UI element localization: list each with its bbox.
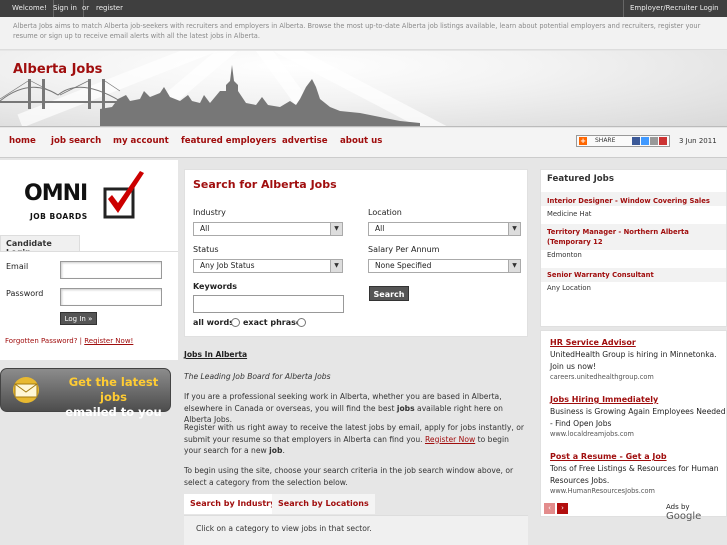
status-value: Any Job Status xyxy=(200,261,255,270)
featured-job-title[interactable]: Territory Manager - Northern Alberta (Te… xyxy=(547,227,722,247)
login-links: Forgotten Password? | Register Now! xyxy=(5,337,133,345)
content-paragraph-3: To begin using the site, choose your sea… xyxy=(184,466,514,487)
ad-url[interactable]: www.localdreamjobs.com xyxy=(550,430,634,438)
category-tabs: Search by Industry Search by Locations xyxy=(184,494,528,516)
share-label: SHARE xyxy=(595,137,616,144)
status-select[interactable]: Any Job Status ▼ xyxy=(193,259,343,273)
industry-value: All xyxy=(200,224,210,233)
ad-title[interactable]: Jobs Hiring Immediately xyxy=(550,395,658,404)
ad-url[interactable]: www.HumanResourcesJobs.com xyxy=(550,487,655,495)
content-paragraph-1: If you are a professional seeking work i… xyxy=(184,391,528,426)
ad-title[interactable]: HR Service Advisor xyxy=(550,338,636,347)
job-search-panel: Search for Alberta Jobs Industry All ▼ L… xyxy=(184,169,528,337)
status-label: Status xyxy=(193,245,219,254)
current-date: 3 Jun 2011 xyxy=(679,137,717,145)
register-now-inline-link[interactable]: Register Now xyxy=(425,435,475,444)
chevron-down-icon: ▼ xyxy=(508,260,520,272)
all-words-label: all words xyxy=(193,318,234,327)
nav-my-account[interactable]: my account xyxy=(113,136,169,146)
tab-search-by-locations[interactable]: Search by Locations xyxy=(272,494,375,514)
link-divider: | xyxy=(79,337,83,345)
content-tagline: The Leading Job Board for Alberta Jobs xyxy=(184,372,331,381)
email-field[interactable] xyxy=(60,261,162,279)
featured-jobs-title: Featured Jobs xyxy=(547,174,614,184)
nav-about-us[interactable]: about us xyxy=(340,136,382,146)
ad-title[interactable]: Post a Resume - Get a Job xyxy=(550,452,667,461)
top-bar: Welcome! Sign in or register Employer/Re… xyxy=(0,0,727,17)
nav-home[interactable]: home xyxy=(9,136,36,146)
salary-value: None Specified xyxy=(375,261,432,270)
search-button[interactable]: Search xyxy=(369,286,409,301)
p2-text-c: . xyxy=(282,446,285,455)
location-value: All xyxy=(375,224,385,233)
tab-panel-text: Click on a category to view jobs in that… xyxy=(184,515,528,545)
login-button[interactable]: Log In » xyxy=(60,312,97,325)
salary-label: Salary Per Annum xyxy=(368,245,440,254)
candidate-login-title: Candidate Login xyxy=(0,235,80,257)
nav-featured-employers[interactable]: featured employers xyxy=(181,136,276,146)
content-heading: Jobs In Alberta xyxy=(184,350,248,359)
location-select[interactable]: All ▼ xyxy=(368,222,521,236)
content-paragraph-2: Register with us right away to receive t… xyxy=(184,422,528,457)
featured-jobs-panel: Featured Jobs Interior Designer - Window… xyxy=(540,169,727,327)
logo-subtitle: JOB BOARDS xyxy=(30,212,88,221)
site-title[interactable]: Alberta Jobs xyxy=(13,62,102,77)
nav-advertise[interactable]: advertise xyxy=(282,136,328,146)
tab-search-by-industry[interactable]: Search by Industry xyxy=(184,494,282,514)
ad-body: Business is Growing Again Employees Need… xyxy=(550,407,726,428)
featured-job-location: Edmonton xyxy=(547,251,582,259)
email-banner-line2: emailed to you xyxy=(65,405,162,419)
ad-body: UnitedHealth Group is hiring in Minneton… xyxy=(550,350,717,371)
plus-icon: + xyxy=(579,137,587,145)
chevron-down-icon: ▼ xyxy=(508,223,520,235)
salary-select[interactable]: None Specified ▼ xyxy=(368,259,521,273)
email-alert-banner[interactable]: Get the latest jobs emailed to you xyxy=(0,368,171,419)
ad-url[interactable]: careers.unitedhealthgroup.com xyxy=(550,373,654,381)
featured-job-location: Medicine Hat xyxy=(547,210,592,218)
ad-body: Tons of Free Listings & Resources for Hu… xyxy=(550,464,719,485)
ads-panel: HR Service Advisor UnitedHealth Group is… xyxy=(540,330,727,517)
exact-phrase-radio[interactable] xyxy=(297,318,306,327)
ads-by-google[interactable]: Ads by Google xyxy=(666,503,727,522)
p2-bold: job xyxy=(269,446,283,455)
location-label: Location xyxy=(368,208,402,217)
register-now-link[interactable]: Register Now! xyxy=(84,337,133,345)
nav-job-search[interactable]: job search xyxy=(51,136,101,146)
p1-bold: jobs xyxy=(396,403,415,413)
keywords-label: Keywords xyxy=(193,282,238,291)
social-icons xyxy=(632,137,667,145)
chevron-down-icon: ▼ xyxy=(330,260,342,272)
envelope-icon xyxy=(13,377,39,403)
industry-label: Industry xyxy=(193,208,226,217)
checkbox-logo-icon xyxy=(103,171,144,219)
exact-phrase-label: exact phrase xyxy=(243,318,302,327)
featured-job-title[interactable]: Senior Warranty Consultant xyxy=(547,270,722,280)
employer-login-link[interactable]: Employer/Recruiter Login xyxy=(623,0,725,17)
search-title: Search for Alberta Jobs xyxy=(193,178,337,191)
featured-job-location: Any Location xyxy=(547,284,591,292)
password-label: Password xyxy=(6,289,44,298)
all-words-radio[interactable] xyxy=(231,318,240,327)
google-logo: Google xyxy=(666,511,702,522)
share-button[interactable]: + SHARE xyxy=(576,135,670,147)
email-banner-line1: Get the latest jobs xyxy=(68,375,159,404)
header-banner: Alberta Jobs xyxy=(0,51,727,127)
chevron-down-icon: ▼ xyxy=(330,223,342,235)
ad-next-button[interactable]: › xyxy=(557,503,568,514)
forgot-password-link[interactable]: Forgotten Password? xyxy=(5,337,77,345)
password-field[interactable] xyxy=(60,288,162,306)
ad-prev-button[interactable]: ‹ xyxy=(544,503,555,514)
ads-by-label: Ads by xyxy=(666,503,690,511)
featured-job-title[interactable]: Interior Designer - Window Covering Sale… xyxy=(547,196,722,206)
logo-word: OMNI xyxy=(24,181,88,206)
intro-text: Alberta Jobs aims to match Alberta job-s… xyxy=(0,17,727,50)
register-link[interactable]: register xyxy=(90,0,129,17)
skyline-illustration xyxy=(0,51,447,126)
industry-select[interactable]: All ▼ xyxy=(193,222,343,236)
keywords-input[interactable] xyxy=(193,295,344,313)
omni-logo[interactable]: OMNI JOB BOARDS xyxy=(22,169,150,224)
email-label: Email xyxy=(6,262,29,271)
